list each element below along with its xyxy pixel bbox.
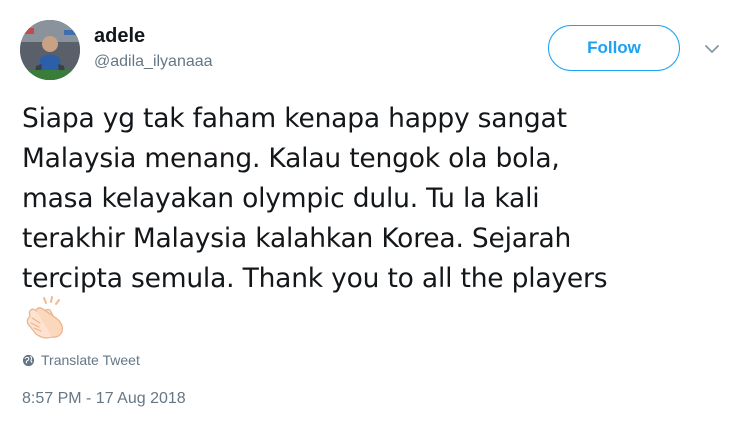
tweet-text-line: masa kelayakan olympic dulu. Tu la kali — [22, 183, 540, 214]
tweet-text-line: terakhir Malaysia kalahkan Korea. Sejara… — [22, 223, 572, 254]
user-handle[interactable]: @adila_ilyanaaa — [94, 52, 213, 72]
clapping-hands-icon — [22, 296, 70, 340]
translate-tweet-label[interactable]: Translate Tweet — [41, 352, 140, 368]
tweet-text-line: Malaysia menang. Kalau tengok ola bola, — [22, 143, 560, 174]
globe-icon — [22, 354, 35, 366]
translate-tweet-link[interactable]: Translate Tweet — [22, 352, 140, 368]
chevron-down-icon — [705, 44, 719, 53]
more-options-button[interactable] — [703, 40, 721, 58]
display-name[interactable]: adele — [94, 24, 213, 48]
avatar[interactable] — [20, 20, 80, 80]
tweet-timestamp[interactable]: 8:57 PM - 17 Aug 2018 — [22, 390, 186, 408]
user-info: adele @adila_ilyanaaa — [94, 24, 213, 72]
tweet-text-line: Siapa yg tak faham kenapa happy sangat — [22, 103, 567, 134]
tweet-text-line: tercipta semula. Thank you to all the pl… — [22, 263, 608, 294]
tweet-text: Siapa yg tak faham kenapa happy sangat M… — [22, 99, 722, 299]
tweet-card: adele @adila_ilyanaaa Follow Siapa yg ta… — [0, 0, 744, 424]
avatar-photo — [20, 20, 80, 80]
follow-button[interactable]: Follow — [548, 25, 680, 71]
